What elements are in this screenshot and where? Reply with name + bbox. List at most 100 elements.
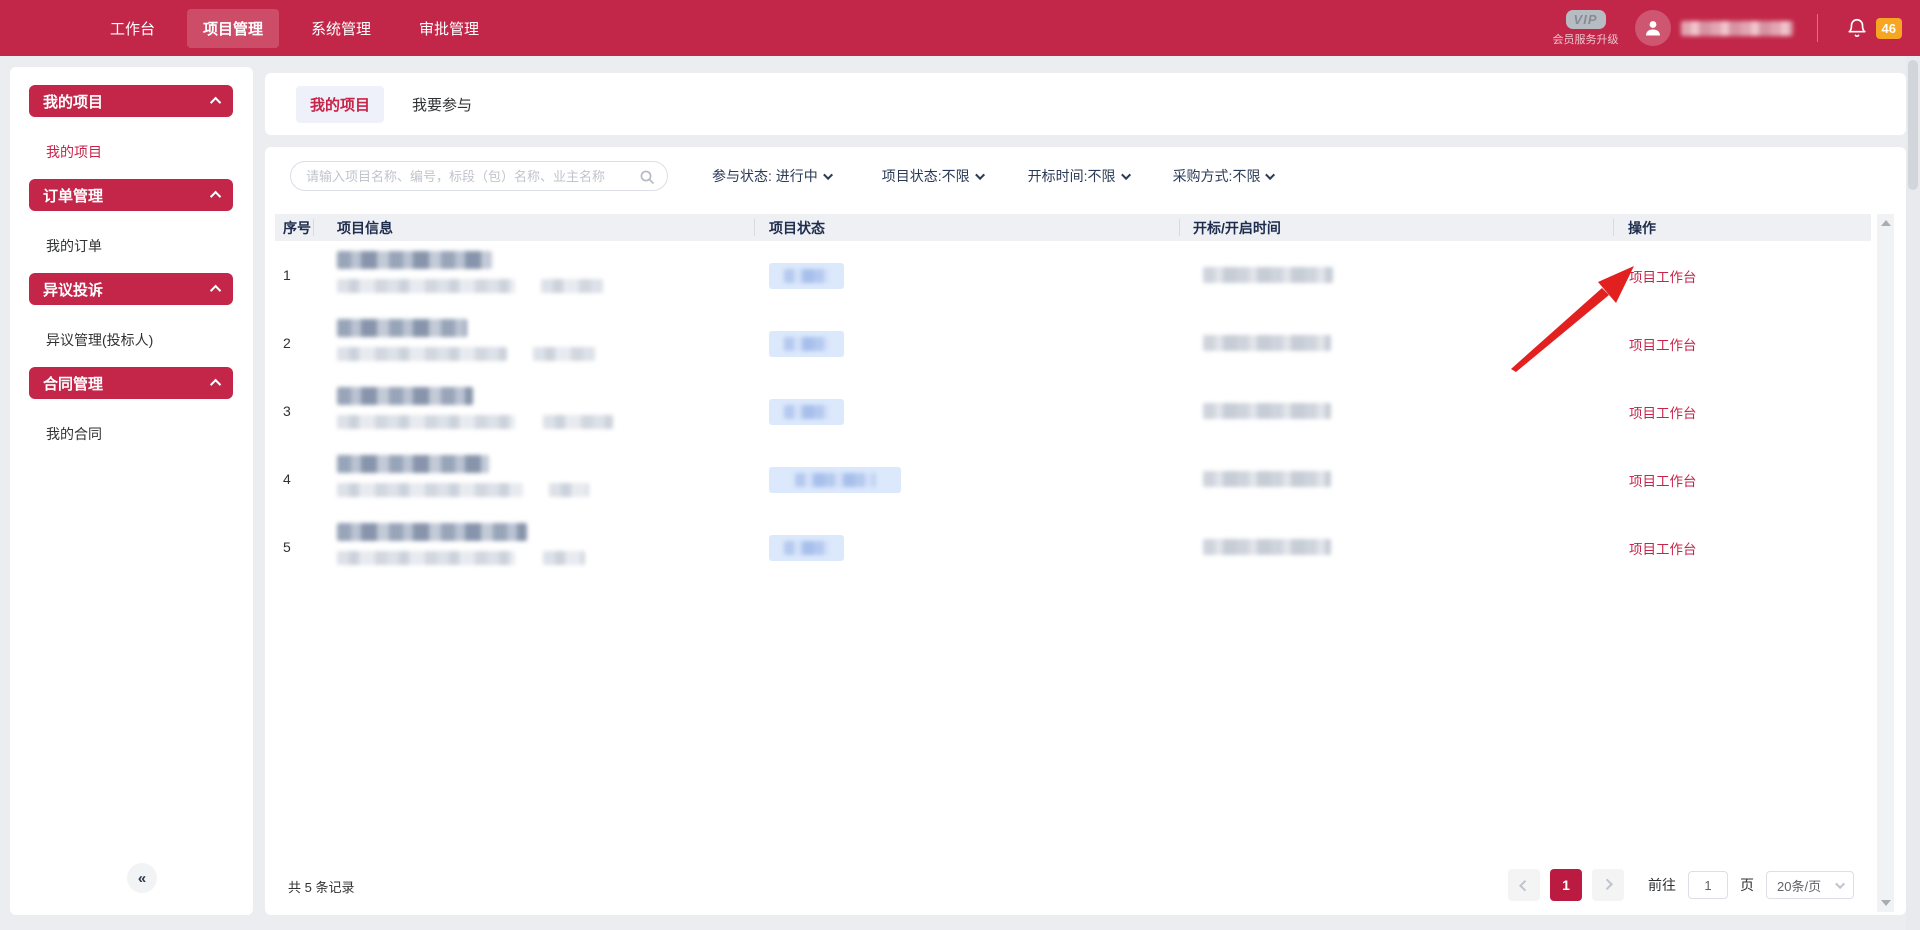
nav-item-system-management[interactable]: 系统管理 [295, 9, 387, 48]
content-card: 参与状态: 进行中 项目状态:不限 开标时间:不限 采购方式:不限 序号 项目信… [265, 147, 1906, 915]
prev-page-button[interactable] [1508, 869, 1540, 901]
filter-bid-opening-time[interactable]: 开标时间:不限 [1028, 166, 1131, 186]
vip-upgrade-button[interactable]: VIP 会员服务升级 [1553, 10, 1619, 47]
vip-caption: 会员服务升级 [1553, 31, 1619, 47]
table-row: 1 项目工作台 [275, 241, 1871, 309]
notification-bell-icon[interactable] [1846, 17, 1868, 39]
column-header-project-status: 项目状态 [769, 218, 825, 238]
chevron-up-icon [210, 285, 221, 296]
project-workbench-link[interactable]: 项目工作台 [1629, 334, 1697, 354]
chevron-down-icon [1835, 879, 1845, 889]
column-divider [313, 219, 314, 236]
column-header-project-info: 项目信息 [337, 218, 393, 238]
search-icon[interactable] [639, 169, 655, 185]
open-time-redacted [1203, 539, 1331, 555]
column-header-actions: 操作 [1628, 218, 1656, 238]
project-name-redacted [337, 319, 467, 337]
page-scrollbar-thumb[interactable] [1908, 60, 1918, 190]
project-meta-redacted [533, 347, 595, 361]
project-name-redacted [337, 387, 473, 405]
sidebar-collapse-button[interactable]: « [127, 863, 157, 893]
filter-label: 项目状态:不限 [882, 166, 970, 186]
sidebar-item-my-orders[interactable]: 我的订单 [10, 225, 253, 267]
open-time-redacted [1203, 267, 1333, 283]
sidebar-item-my-projects[interactable]: 我的项目 [10, 131, 253, 173]
sidebar-group-title: 订单管理 [43, 185, 103, 206]
filter-procurement-method[interactable]: 采购方式:不限 [1173, 166, 1276, 186]
nav-item-workbench[interactable]: 工作台 [94, 9, 171, 48]
sidebar-item-my-contracts[interactable]: 我的合同 [10, 413, 253, 455]
goto-page-input[interactable] [1688, 871, 1728, 899]
sidebar-group-order-management[interactable]: 订单管理 [29, 179, 233, 211]
username-redacted[interactable] [1681, 21, 1793, 36]
filter-row: 参与状态: 进行中 项目状态:不限 开标时间:不限 采购方式:不限 [265, 160, 1906, 192]
column-divider [1179, 219, 1180, 236]
chevron-down-icon [823, 170, 833, 180]
project-meta-redacted [541, 279, 603, 293]
status-badge [769, 331, 844, 357]
row-seq: 3 [283, 377, 291, 445]
top-navbar: 工作台 项目管理 系统管理 审批管理 VIP 会员服务升级 46 [0, 0, 1920, 56]
user-avatar[interactable] [1635, 10, 1671, 46]
table-footer: 共 5 条记录 1 前往 页 20条/页 [265, 867, 1906, 903]
page-unit-label: 页 [1740, 875, 1754, 895]
next-page-button[interactable] [1592, 869, 1624, 901]
table-scrollbar[interactable] [1877, 214, 1894, 912]
project-code-redacted [337, 415, 515, 429]
column-header-seq: 序号 [283, 218, 311, 238]
status-badge [769, 263, 844, 289]
filter-label: 参与状态: 进行中 [712, 166, 818, 186]
status-badge [769, 467, 901, 493]
open-time-redacted [1203, 335, 1331, 351]
project-workbench-link[interactable]: 项目工作台 [1629, 266, 1697, 286]
search-box [290, 161, 668, 191]
filter-participation-status[interactable]: 参与状态: 进行中 [712, 166, 833, 186]
person-icon [1643, 18, 1663, 38]
open-time-redacted [1203, 403, 1331, 419]
sidebar-group-objection-complaint[interactable]: 异议投诉 [29, 273, 233, 305]
table-row: 4 项目工作台 [275, 445, 1871, 513]
row-seq: 5 [283, 513, 291, 581]
chevron-left-icon [1519, 880, 1530, 891]
project-code-redacted [337, 279, 515, 293]
column-header-open-time: 开标/开启时间 [1193, 218, 1281, 238]
app-screen: 工作台 项目管理 系统管理 审批管理 VIP 会员服务升级 46 [0, 0, 1920, 930]
project-workbench-link[interactable]: 项目工作台 [1629, 538, 1697, 558]
sidebar-group-contract-management[interactable]: 合同管理 [29, 367, 233, 399]
chevron-right-icon [1602, 879, 1613, 890]
search-input[interactable] [306, 169, 636, 184]
project-workbench-link[interactable]: 项目工作台 [1629, 470, 1697, 490]
table-body: 1 项目工作台 2 项目工作台 3 [275, 241, 1871, 581]
nav-divider [1817, 14, 1818, 42]
pagination: 1 前往 页 20条/页 [1508, 867, 1854, 903]
chevron-up-icon [210, 379, 221, 390]
table-row: 2 项目工作台 [275, 309, 1871, 377]
nav-item-project-management[interactable]: 项目管理 [187, 9, 279, 48]
status-badge [769, 535, 844, 561]
project-name-redacted [337, 455, 489, 473]
tab-want-to-participate[interactable]: 我要参与 [398, 86, 486, 123]
filter-label: 采购方式:不限 [1173, 166, 1261, 186]
column-divider [1613, 219, 1614, 236]
chevron-up-icon [210, 191, 221, 202]
row-seq: 1 [283, 241, 291, 309]
sidebar-item-objection-management[interactable]: 异议管理(投标人) [10, 319, 253, 361]
top-nav-menu: 工作台 项目管理 系统管理 审批管理 [94, 9, 495, 48]
filter-label: 开标时间:不限 [1028, 166, 1116, 186]
status-badge [769, 399, 844, 425]
tab-my-projects[interactable]: 我的项目 [296, 86, 384, 123]
project-workbench-link[interactable]: 项目工作台 [1629, 402, 1697, 422]
project-name-redacted [337, 523, 527, 541]
project-code-redacted [337, 483, 523, 497]
page-scrollbar[interactable] [1906, 56, 1920, 930]
filter-project-status[interactable]: 项目状态:不限 [882, 166, 985, 186]
scroll-up-icon[interactable] [1881, 220, 1891, 226]
sidebar-group-my-projects[interactable]: 我的项目 [29, 85, 233, 117]
project-meta-redacted [549, 483, 589, 497]
sidebar: 我的项目 我的项目 订单管理 我的订单 异议投诉 异议管理(投标人) 合同管理 … [10, 67, 253, 915]
notification-count-badge[interactable]: 46 [1876, 18, 1902, 39]
page-number-button[interactable]: 1 [1550, 869, 1582, 901]
table-row: 3 项目工作台 [275, 377, 1871, 445]
nav-item-approval-management[interactable]: 审批管理 [403, 9, 495, 48]
page-size-select[interactable]: 20条/页 [1766, 871, 1854, 899]
